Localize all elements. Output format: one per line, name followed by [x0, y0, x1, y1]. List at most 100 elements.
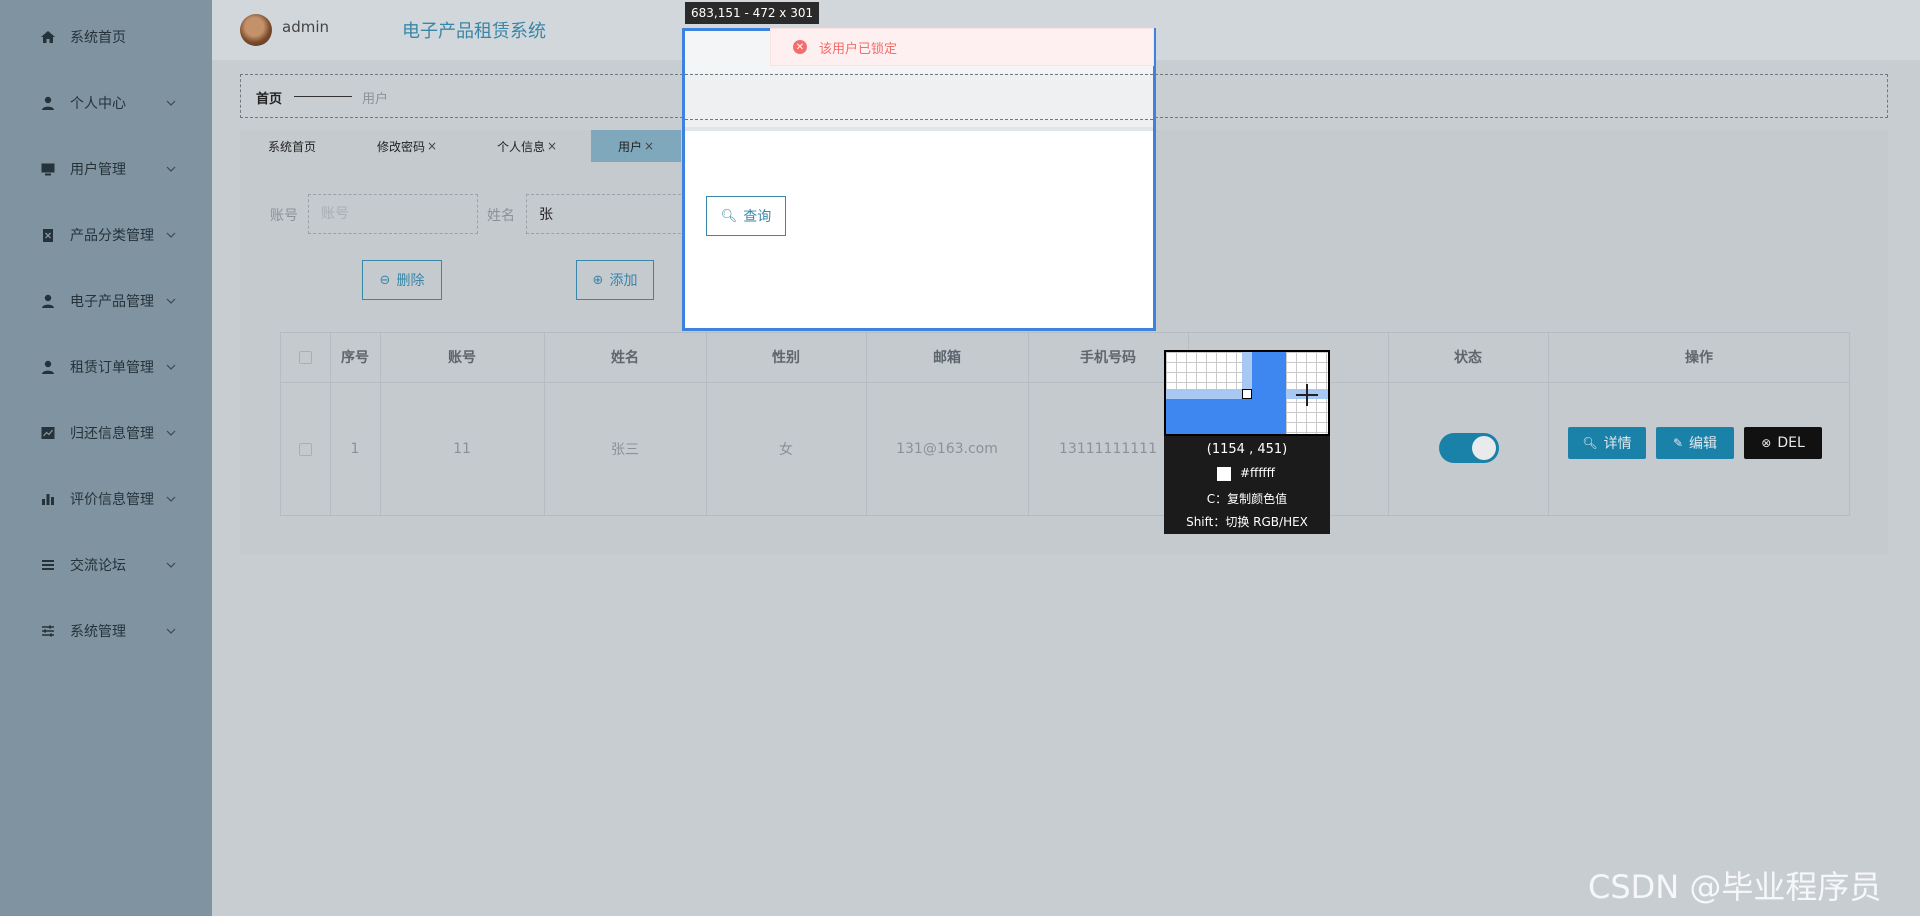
sidebar-item-orders[interactable]: 租赁订单管理	[0, 347, 212, 387]
error-circle-icon: ✕	[793, 40, 807, 54]
delete-button[interactable]: ⊖ 删除	[362, 260, 442, 300]
user-icon	[40, 95, 56, 111]
sidebar-item-label: 个人中心	[70, 96, 126, 112]
detail-button[interactable]: 🔍︎ 详情	[1568, 427, 1646, 459]
column-header: 操作	[1685, 350, 1713, 366]
selection-readout: 683,151 - 472 x 301	[685, 2, 820, 24]
query-button-label: 查询	[743, 209, 772, 225]
add-button[interactable]: ⊕ 添加	[576, 260, 654, 300]
sidebar-item-reviews[interactable]: 评价信息管理	[0, 479, 212, 519]
select-all-checkbox[interactable]	[298, 350, 312, 364]
sidebar: 系统首页 个人中心 用户管理 产品分类管理 电子产品管理 租赁订单管理 归还信息…	[0, 0, 212, 916]
account-input[interactable]	[308, 194, 478, 234]
cell-name: 张三	[611, 442, 639, 458]
delete-button-label: 删除	[396, 273, 425, 289]
list-icon	[40, 557, 56, 573]
selection-breadcrumb-outline	[685, 74, 1153, 120]
zoom-center	[1242, 389, 1252, 399]
plus-circle-icon: ⊕	[592, 272, 604, 288]
del-button[interactable]: ⊗ DEL	[1744, 427, 1822, 459]
minus-circle-icon: ⊖	[379, 272, 391, 288]
chevron-down-icon	[166, 429, 176, 437]
home-icon	[40, 29, 56, 45]
column-header: 邮箱	[933, 350, 961, 366]
sidebar-item-system[interactable]: 系统管理	[0, 611, 212, 651]
error-toast: ✕ 该用户已锁定	[770, 28, 1154, 66]
column-header: 状态	[1454, 350, 1482, 366]
chevron-down-icon	[166, 495, 176, 503]
cell-gender: 女	[779, 442, 793, 458]
column-header: 姓名	[611, 350, 639, 366]
sidebar-item-returns[interactable]: 归还信息管理	[0, 413, 212, 453]
edit-button-label: 编辑	[1689, 436, 1718, 452]
avatar[interactable]	[240, 14, 272, 46]
sidebar-item-label: 用户管理	[70, 162, 126, 178]
sidebar-item-label: 评价信息管理	[70, 492, 154, 508]
account-label: 账号	[270, 208, 298, 224]
column-header: 性别	[772, 350, 800, 366]
sidebar-item-users[interactable]: 用户管理	[0, 149, 212, 189]
del-button-label: DEL	[1777, 435, 1805, 451]
picker-switch-hint: Shift：切换 RGB/HEX	[1186, 515, 1308, 529]
column-header: 序号	[341, 350, 369, 366]
close-circle-icon: ⊗	[1761, 436, 1772, 450]
chevron-down-icon	[166, 99, 176, 107]
sidebar-item-home[interactable]: 系统首页	[0, 17, 212, 57]
chevron-down-icon	[166, 231, 176, 239]
sidebar-item-products[interactable]: 电子产品管理	[0, 281, 212, 321]
query-button[interactable]: 🔍︎ 查询	[706, 196, 786, 236]
bar-chart-icon	[40, 491, 56, 507]
picker-coordinates: (1154 , 451)	[1206, 442, 1288, 457]
tab-home[interactable]: 系统首页	[256, 130, 352, 162]
user-icon	[40, 359, 56, 375]
sidebar-item-label: 系统管理	[70, 624, 126, 640]
chevron-down-icon	[166, 297, 176, 305]
breadcrumb-separator	[294, 96, 352, 97]
picker-copy-hint: C：复制颜色值	[1206, 492, 1288, 506]
chevron-down-icon	[166, 561, 176, 569]
row-checkbox[interactable]	[298, 442, 312, 456]
row-select-cell	[280, 382, 330, 516]
breadcrumb-current: 用户	[362, 92, 389, 107]
sidebar-item-label: 租赁订单管理	[70, 360, 154, 376]
tab-users[interactable]: 用户 ×	[591, 130, 681, 162]
color-swatch	[1217, 467, 1231, 481]
breadcrumb-home[interactable]: 首页	[256, 88, 282, 107]
sidebar-item-category[interactable]: 产品分类管理	[0, 215, 212, 255]
system-title: 电子产品租赁系统	[402, 21, 546, 42]
close-icon[interactable]: ×	[644, 139, 654, 153]
select-all-cell	[280, 332, 330, 382]
sidebar-item-label: 电子产品管理	[70, 294, 154, 310]
cell-index: 1	[350, 441, 360, 457]
selection-shadow	[685, 127, 1153, 131]
sidebar-item-forum[interactable]: 交流论坛	[0, 545, 212, 585]
crosshair-icon	[1306, 384, 1308, 406]
sidebar-item-profile[interactable]: 个人中心	[0, 83, 212, 123]
tab-label: 用户	[618, 139, 643, 154]
chevron-down-icon	[166, 363, 176, 371]
magnifier	[1164, 350, 1330, 436]
toast-message: 该用户已锁定	[819, 41, 898, 57]
user-icon	[40, 293, 56, 309]
cell-account: 11	[453, 441, 471, 457]
pencil-icon: ✎	[1672, 436, 1684, 450]
detail-button-label: 详情	[1603, 436, 1632, 452]
tab-change-password[interactable]: 修改密码 ×	[372, 130, 472, 162]
sidebar-item-label: 交流论坛	[70, 558, 126, 574]
sidebar-item-label: 归还信息管理	[70, 426, 154, 442]
tab-personal-info[interactable]: 个人信息 ×	[492, 130, 592, 162]
cell-email: 131@163.com	[896, 441, 998, 457]
close-icon[interactable]: ×	[427, 139, 437, 153]
name-input[interactable]	[526, 194, 696, 234]
toggle-knob	[1472, 436, 1496, 460]
tab-label: 系统首页	[268, 139, 317, 154]
watermark: CSDN @毕业程序员	[1588, 868, 1882, 906]
close-icon[interactable]: ×	[547, 139, 557, 153]
edit-button[interactable]: ✎ 编辑	[1656, 427, 1734, 459]
monitor-icon	[40, 161, 56, 177]
clipboard-icon	[40, 227, 56, 243]
search-icon: 🔍︎	[1582, 436, 1598, 450]
column-header: 账号	[448, 350, 476, 366]
status-toggle[interactable]	[1439, 433, 1499, 463]
add-button-label: 添加	[609, 273, 638, 289]
